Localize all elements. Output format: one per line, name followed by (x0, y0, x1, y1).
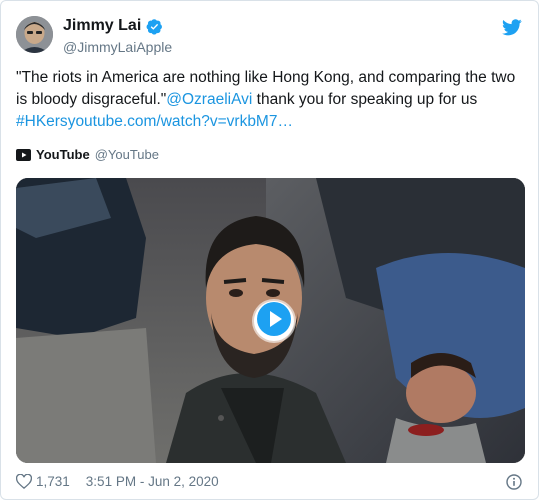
heart-icon[interactable] (15, 473, 33, 490)
play-icon (254, 299, 294, 344)
card-source[interactable]: YouTube @YouTube (16, 147, 159, 162)
play-button[interactable] (254, 301, 294, 341)
card-source-name[interactable]: YouTube (36, 147, 90, 162)
youtube-url-link[interactable]: youtube.com/watch?v=vrkbM7… (68, 113, 293, 130)
hashtag-link[interactable]: #HKers (16, 113, 68, 130)
author-name-row[interactable]: Jimmy Lai (63, 17, 163, 35)
mention-link[interactable]: @OzraeliAvi (166, 91, 252, 108)
verified-badge-icon (146, 18, 163, 35)
tweet-text: "The riots in America are nothing like H… (16, 67, 521, 133)
avatar[interactable] (16, 16, 53, 53)
author-handle[interactable]: @JimmyLaiApple (63, 39, 172, 55)
author-name[interactable]: Jimmy Lai (63, 17, 141, 35)
video-thumbnail[interactable] (16, 178, 525, 463)
info-icon[interactable] (506, 474, 522, 490)
twitter-bird-icon[interactable] (502, 19, 522, 36)
like-count[interactable]: 1,731 (36, 474, 70, 489)
youtube-logo-icon (16, 148, 31, 161)
card-source-handle[interactable]: @YouTube (95, 147, 159, 162)
tweet-footer: 1,731 3:51 PM - Jun 2, 2020 (15, 473, 219, 490)
tweet-card: Jimmy Lai @JimmyLaiApple "The riots in A… (0, 0, 539, 500)
tweet-text-after-mention: thank you for speaking up for us (252, 91, 478, 108)
timestamp[interactable]: 3:51 PM - Jun 2, 2020 (86, 474, 219, 489)
